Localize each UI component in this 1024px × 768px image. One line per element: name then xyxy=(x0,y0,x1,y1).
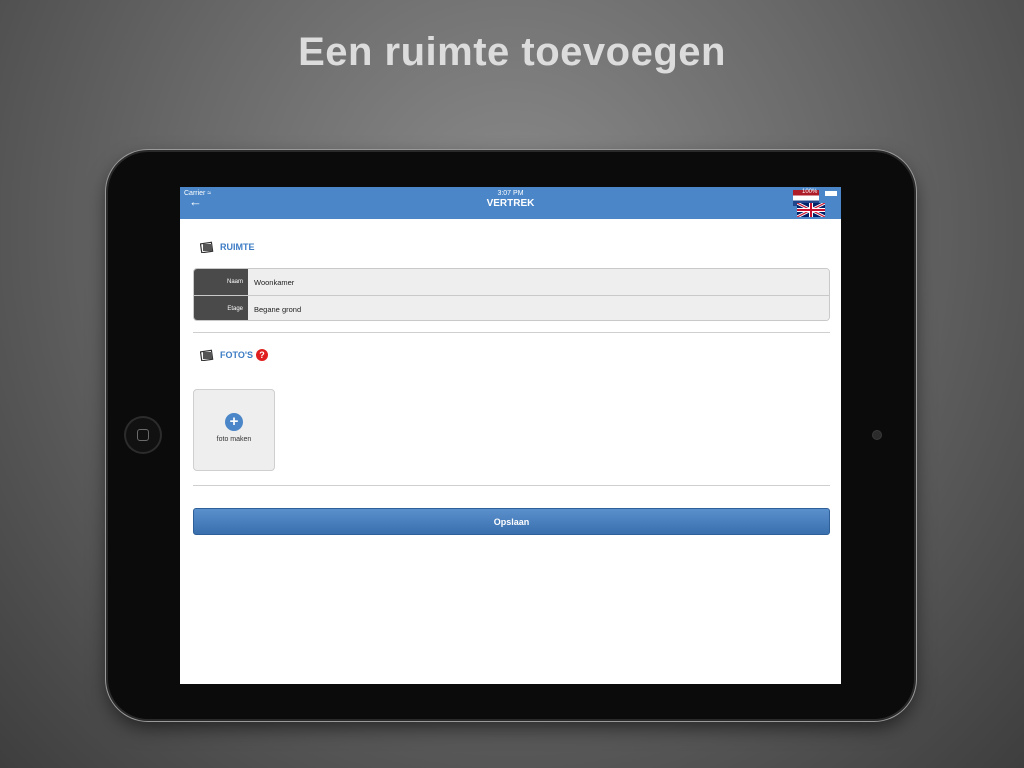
field-label: Etage xyxy=(194,296,248,320)
field-row-etage[interactable]: Etage Begane grond xyxy=(194,296,829,320)
field-label: Naam xyxy=(194,269,248,295)
plus-icon: + xyxy=(225,413,243,431)
help-icon[interactable]: ? xyxy=(255,349,268,361)
ruimte-fields: Naam Woonkamer Etage Begane grond xyxy=(193,268,830,321)
add-photo-label: foto maken xyxy=(216,436,252,443)
promo-headline: Een ruimte toevoegen xyxy=(298,30,726,74)
section-ruimte: RUIMTE xyxy=(200,239,255,255)
photo-stack-icon xyxy=(200,349,214,361)
section-fotos-label: FOTO'S xyxy=(220,350,253,360)
section-fotos: FOTO'S ? xyxy=(200,347,268,363)
flag-uk-icon[interactable] xyxy=(797,203,825,217)
nav-title: VERTREK xyxy=(486,198,535,209)
back-arrow-icon[interactable]: ← xyxy=(189,195,202,209)
save-button[interactable]: Opslaan xyxy=(193,508,830,535)
add-photo-button[interactable]: + foto maken xyxy=(193,389,275,471)
etage-field[interactable]: Begane grond xyxy=(254,296,301,320)
app-screen: Carrier ≈ 3:07 PM VERTREK ← 100% RUIMTE … xyxy=(180,187,841,684)
home-button[interactable] xyxy=(124,416,162,454)
naam-field[interactable]: Woonkamer xyxy=(254,269,294,295)
status-time: 3:07 PM xyxy=(497,190,524,197)
section-ruimte-label: RUIMTE xyxy=(220,242,255,252)
field-row-naam[interactable]: Naam Woonkamer xyxy=(194,269,829,296)
battery-percent: 100% xyxy=(802,189,818,195)
divider xyxy=(193,485,830,486)
camera-icon xyxy=(873,431,881,439)
navigation-bar: Carrier ≈ 3:07 PM VERTREK ← 100% xyxy=(180,187,841,219)
battery-icon xyxy=(825,191,837,196)
photo-stack-icon xyxy=(200,241,214,253)
divider xyxy=(193,332,830,333)
home-square-icon xyxy=(137,429,149,441)
